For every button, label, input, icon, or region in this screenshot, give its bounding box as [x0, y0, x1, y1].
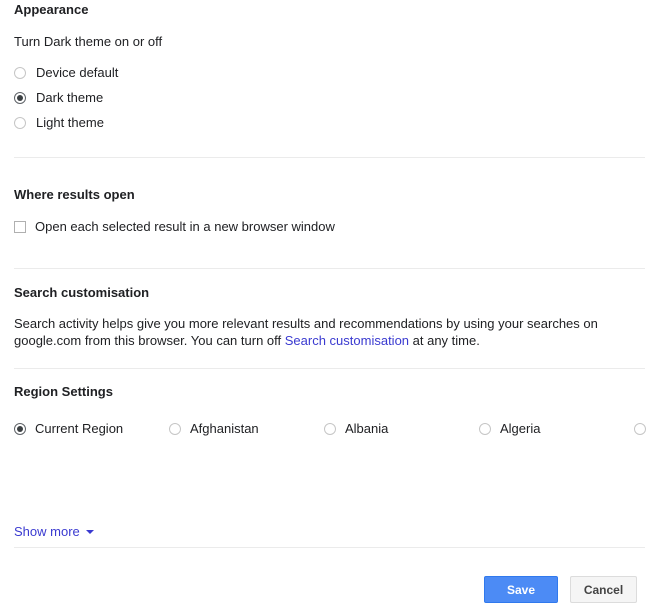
region-radio-group: Current Region Afghanistan Albania Alger… — [14, 419, 635, 438]
description-text-after: at any time. — [409, 333, 480, 348]
radio-icon[interactable] — [14, 67, 26, 79]
theme-option-dark-theme[interactable]: Dark theme — [14, 85, 118, 110]
show-more-link[interactable]: Show more — [14, 524, 94, 539]
appearance-section-title: Appearance — [14, 2, 88, 18]
caret-down-icon — [86, 530, 94, 534]
region-option-label: Current Region — [35, 420, 123, 437]
region-option-albania[interactable]: Albania — [324, 419, 479, 438]
region-option-label: Algeria — [500, 420, 540, 437]
theme-option-light-theme[interactable]: Light theme — [14, 110, 118, 135]
region-option-algeria[interactable]: Algeria — [479, 419, 634, 438]
checkbox-icon[interactable] — [14, 221, 26, 233]
cancel-button[interactable]: Cancel — [570, 576, 637, 603]
theme-option-label: Dark theme — [36, 89, 103, 106]
region-option-afghanistan[interactable]: Afghanistan — [169, 419, 324, 438]
radio-icon[interactable] — [634, 423, 646, 435]
search-customisation-link[interactable]: Search customisation — [285, 333, 409, 348]
region-option-label: Albania — [345, 420, 388, 437]
theme-option-label: Device default — [36, 64, 118, 81]
section-divider — [14, 368, 645, 369]
section-divider — [14, 547, 645, 548]
radio-selected-icon[interactable] — [14, 423, 26, 435]
results-open-section-title: Where results open — [14, 187, 135, 203]
radio-icon[interactable] — [14, 117, 26, 129]
radio-icon[interactable] — [169, 423, 181, 435]
save-button[interactable]: Save — [484, 576, 558, 603]
settings-page: Appearance Turn Dark theme on or off Dev… — [0, 0, 649, 611]
region-option-current-region[interactable]: Current Region — [14, 419, 169, 438]
appearance-description: Turn Dark theme on or off — [14, 33, 162, 50]
section-divider — [14, 268, 645, 269]
region-option-american-samoa[interactable]: American Samoa — [634, 419, 649, 438]
theme-radio-group: Device default Dark theme Light theme — [14, 60, 118, 135]
new-window-checkbox-row[interactable]: Open each selected result in a new brows… — [14, 214, 335, 239]
theme-option-label: Light theme — [36, 114, 104, 131]
theme-option-device-default[interactable]: Device default — [14, 60, 118, 85]
radio-selected-icon[interactable] — [14, 92, 26, 104]
region-settings-section-title: Region Settings — [14, 384, 113, 400]
radio-icon[interactable] — [479, 423, 491, 435]
search-customisation-description: Search activity helps give you more rele… — [14, 315, 614, 349]
radio-icon[interactable] — [324, 423, 336, 435]
show-more-label: Show more — [14, 524, 80, 539]
region-option-label: Afghanistan — [190, 420, 259, 437]
search-customisation-section-title: Search customisation — [14, 285, 149, 301]
section-divider — [14, 157, 645, 158]
footer-button-bar: Save Cancel — [484, 576, 637, 603]
new-window-checkbox-label: Open each selected result in a new brows… — [35, 218, 335, 235]
